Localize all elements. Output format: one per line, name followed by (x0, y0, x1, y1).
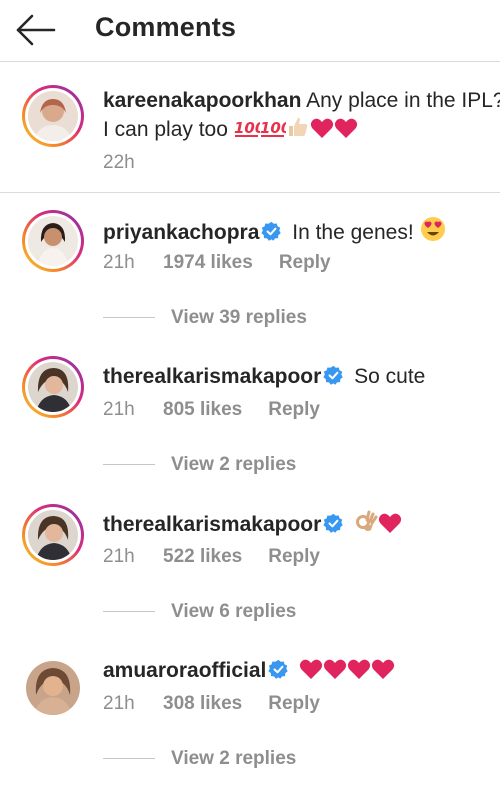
view-replies-button[interactable]: View 39 replies (103, 307, 307, 333)
reply-button[interactable]: Reply (268, 399, 320, 421)
comment-timestamp: 21h (103, 252, 135, 273)
comments-header: Comments (0, 0, 500, 62)
like-count[interactable]: 805 likes (163, 399, 242, 421)
comment-body: So cute (354, 365, 426, 388)
view-replies-label: View 6 replies (171, 601, 297, 622)
comment-timestamp: 21h (103, 399, 135, 420)
red-heart-icon (334, 117, 358, 147)
comment-text: therealkarismakapoor So cute (103, 363, 425, 391)
view-replies-label: View 2 replies (171, 748, 297, 769)
view-replies-label: View 39 replies (171, 307, 307, 328)
view-replies-button[interactable]: View 2 replies (103, 748, 296, 774)
view-replies-button[interactable]: View 6 replies (103, 601, 296, 627)
comment-username[interactable]: amuaroraofficial (103, 659, 266, 682)
comment-text: amuaroraofficial (103, 657, 395, 688)
profile-photo-icon (28, 216, 78, 266)
post-caption: kareenakapoorkhan Any place in the IPL? … (0, 63, 500, 193)
comment-timestamp: 21h (103, 546, 135, 567)
hundred-points-icon: 100 (260, 117, 291, 147)
caption-username[interactable]: kareenakapoorkhan (103, 89, 301, 112)
reply-button[interactable]: Reply (268, 693, 320, 715)
comment-username[interactable]: therealkarismakapoor (103, 513, 321, 536)
avatar[interactable] (22, 657, 84, 719)
replies-divider (103, 611, 155, 613)
thumbs-up-icon (286, 115, 310, 147)
hundred-points-icon: 100 (234, 117, 265, 147)
replies-divider (103, 758, 155, 760)
red-heart-icon (323, 658, 347, 688)
comment-username[interactable]: therealkarismakapoor (103, 365, 321, 388)
like-count[interactable]: 308 likes (163, 693, 242, 715)
reply-button[interactable]: Reply (268, 546, 320, 568)
heart-eyes-icon (420, 216, 446, 250)
avatar[interactable] (22, 504, 84, 566)
comment-meta: 21h 522 likes Reply (103, 546, 346, 568)
arrow-left-icon (16, 14, 56, 46)
page-title: Comments (95, 12, 237, 42)
caption-line2: I can play too (103, 118, 228, 141)
red-heart-icon (347, 658, 371, 688)
comment-username[interactable]: priyankachopra (103, 221, 259, 244)
verified-badge-icon (268, 659, 289, 679)
back-button[interactable] (14, 10, 58, 50)
like-count[interactable]: 1974 likes (163, 252, 253, 274)
comment-body: In the genes! (292, 221, 414, 244)
caption-timestamp: 22h (103, 152, 135, 173)
view-replies-label: View 2 replies (171, 454, 297, 475)
ok-hand-icon (354, 510, 378, 542)
caption-text: kareenakapoorkhan Any place in the IPL? (103, 87, 500, 115)
verified-badge-icon (323, 365, 343, 385)
profile-photo-icon (28, 510, 78, 560)
replies-divider (103, 464, 155, 466)
avatar[interactable] (22, 356, 84, 418)
avatar[interactable] (22, 85, 84, 147)
svg-text:100: 100 (260, 119, 286, 137)
reply-button[interactable]: Reply (279, 252, 331, 274)
comment-meta: 21h 1974 likes Reply (103, 252, 357, 274)
comment-text: therealkarismakapoor (103, 510, 402, 542)
red-heart-icon (378, 512, 402, 542)
view-replies-button[interactable]: View 2 replies (103, 454, 296, 480)
caption-line1: Any place in the IPL? (306, 89, 500, 112)
red-heart-icon (371, 658, 395, 688)
comment-meta: 21h 308 likes Reply (103, 693, 346, 715)
like-count[interactable]: 522 likes (163, 546, 242, 568)
comment-text: priyankachopra In the genes! (103, 216, 446, 250)
profile-photo-icon (26, 661, 80, 715)
caption-meta: 22h (103, 152, 163, 174)
red-heart-icon (299, 658, 323, 688)
red-heart-icon (310, 117, 334, 147)
svg-text:100: 100 (234, 119, 260, 137)
verified-badge-icon (261, 221, 282, 241)
comment-timestamp: 21h (103, 693, 135, 714)
replies-divider (103, 317, 155, 319)
profile-photo-icon (28, 91, 78, 141)
comment-meta: 21h 805 likes Reply (103, 399, 346, 421)
profile-photo-icon (28, 362, 78, 412)
verified-badge-icon (323, 513, 343, 533)
caption-text-line2: I can play too 100 100 (103, 115, 358, 147)
avatar[interactable] (22, 210, 84, 272)
